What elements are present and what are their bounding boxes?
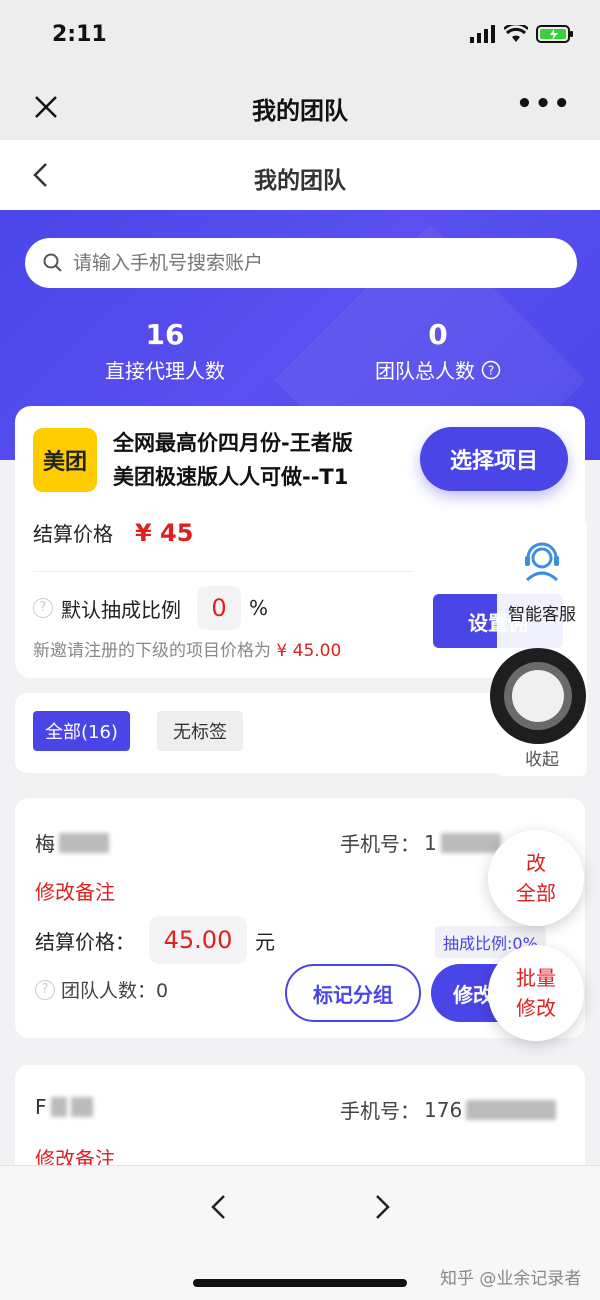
edit-all-label-2: 全部: [516, 881, 556, 905]
member-name: F: [35, 1095, 93, 1119]
stat-direct-agents: 16 直接代理人数: [15, 318, 315, 384]
browser-bottom-bar: 知乎 @业余记录者: [0, 1165, 600, 1300]
member-phone: 手机号： 1: [340, 828, 501, 857]
page-nav-bar: 我的团队: [0, 140, 600, 210]
edit-all-button[interactable]: 改 全部: [488, 830, 584, 926]
price-unit: 元: [255, 929, 275, 954]
batch-edit-label-2: 修改: [516, 996, 556, 1020]
edit-remark-link[interactable]: 修改备注: [35, 876, 115, 905]
svg-text:?: ?: [488, 363, 494, 377]
stat-value: 0: [428, 318, 448, 351]
tag-untagged[interactable]: 无标签: [157, 711, 243, 751]
price-note: 新邀请注册的下级的项目价格为 ¥ 45.00: [33, 636, 341, 661]
default-rate-row: ? 默认抽成比例 0 %: [33, 586, 268, 630]
phone-label: 手机号：: [340, 1099, 420, 1123]
phone-value: 176: [424, 1097, 463, 1122]
stat-value: 16: [145, 318, 185, 351]
divider: [33, 571, 413, 572]
masked-name: [70, 1097, 93, 1117]
forward-icon[interactable]: [366, 1192, 396, 1222]
stat-label: 直接代理人数: [15, 355, 315, 384]
mark-group-button[interactable]: 标记分组: [285, 964, 421, 1022]
price-input[interactable]: 45.00: [149, 916, 247, 964]
rate-input[interactable]: 0: [197, 586, 241, 630]
status-bar: 2:11: [0, 0, 600, 75]
signal-icon: [470, 25, 495, 43]
stat-label: 团队总人数 ?: [288, 355, 588, 384]
masked-name: [50, 1097, 67, 1117]
select-project-button[interactable]: 选择项目: [420, 427, 568, 491]
stat-team-total: 0 团队总人数 ?: [288, 318, 588, 384]
project-name-line1: 全网最高价四月份-王者版: [113, 431, 353, 455]
wechat-nav-bar: 我的团队 •••: [0, 75, 600, 140]
member-phone: 手机号： 176: [340, 1095, 557, 1124]
collapse-button[interactable]: 收起: [497, 745, 587, 770]
customer-service-icon: [525, 542, 559, 582]
back-icon[interactable]: [205, 1192, 235, 1222]
tag-all[interactable]: 全部(16): [33, 711, 130, 751]
member-price-row: 结算价格： 45.00 元: [35, 916, 275, 964]
edit-all-label-1: 改: [526, 851, 546, 875]
team-count: ? 团队人数：0: [35, 976, 168, 1003]
status-time: 2:11: [52, 22, 107, 47]
search-input[interactable]: [73, 252, 553, 274]
stat-label-text: 团队总人数: [375, 359, 475, 383]
help-icon[interactable]: ?: [33, 598, 53, 618]
batch-edit-label-1: 批量: [516, 966, 556, 990]
masked-phone: [466, 1099, 557, 1120]
rate-unit: %: [249, 596, 269, 620]
phone-value: 1: [424, 830, 437, 855]
home-indicator[interactable]: [193, 1279, 407, 1287]
battery-icon: [536, 25, 573, 43]
wechat-title: 我的团队: [252, 97, 348, 125]
page-title: 我的团队: [254, 168, 346, 194]
note-value: ¥ 45.00: [276, 641, 342, 661]
watermark: 知乎 @业余记录者: [440, 1269, 582, 1289]
search-box[interactable]: [25, 238, 577, 288]
member-name: 梅: [35, 828, 109, 857]
team-count-text: 团队人数：0: [61, 980, 169, 1002]
price-label: 结算价格：: [35, 929, 135, 954]
member-card: F 手机号： 176 修改备注: [15, 1065, 585, 1175]
meituan-logo: 美团: [33, 428, 97, 492]
help-icon[interactable]: ?: [481, 360, 501, 380]
batch-edit-button[interactable]: 批量 修改: [488, 945, 584, 1041]
assistive-touch-button[interactable]: [490, 648, 586, 744]
project-name: 全网最高价四月份-王者版 美团极速版人人可做--T1: [113, 426, 413, 494]
wifi-icon: [504, 25, 528, 42]
masked-name: [59, 832, 109, 853]
phone-label: 手机号：: [340, 832, 420, 856]
rate-label: 默认抽成比例: [61, 597, 181, 622]
more-options-icon[interactable]: •••: [516, 89, 572, 119]
settlement-price-row: 结算价格 ¥ 45: [33, 518, 193, 547]
price-label: 结算价格: [33, 522, 113, 546]
search-icon: [43, 253, 62, 272]
stat-label-text: 直接代理人数: [105, 359, 225, 383]
member-name-text: F: [35, 1095, 47, 1119]
smart-service-label: 智能客服: [508, 605, 576, 625]
project-name-line2: 美团极速版人人可做--T1: [113, 465, 349, 489]
note-text: 新邀请注册的下级的项目价格为: [33, 641, 277, 661]
status-icons: [470, 24, 574, 44]
price-value: ¥ 45: [135, 519, 194, 547]
member-name-text: 梅: [35, 832, 55, 856]
help-icon[interactable]: ?: [35, 979, 55, 1000]
